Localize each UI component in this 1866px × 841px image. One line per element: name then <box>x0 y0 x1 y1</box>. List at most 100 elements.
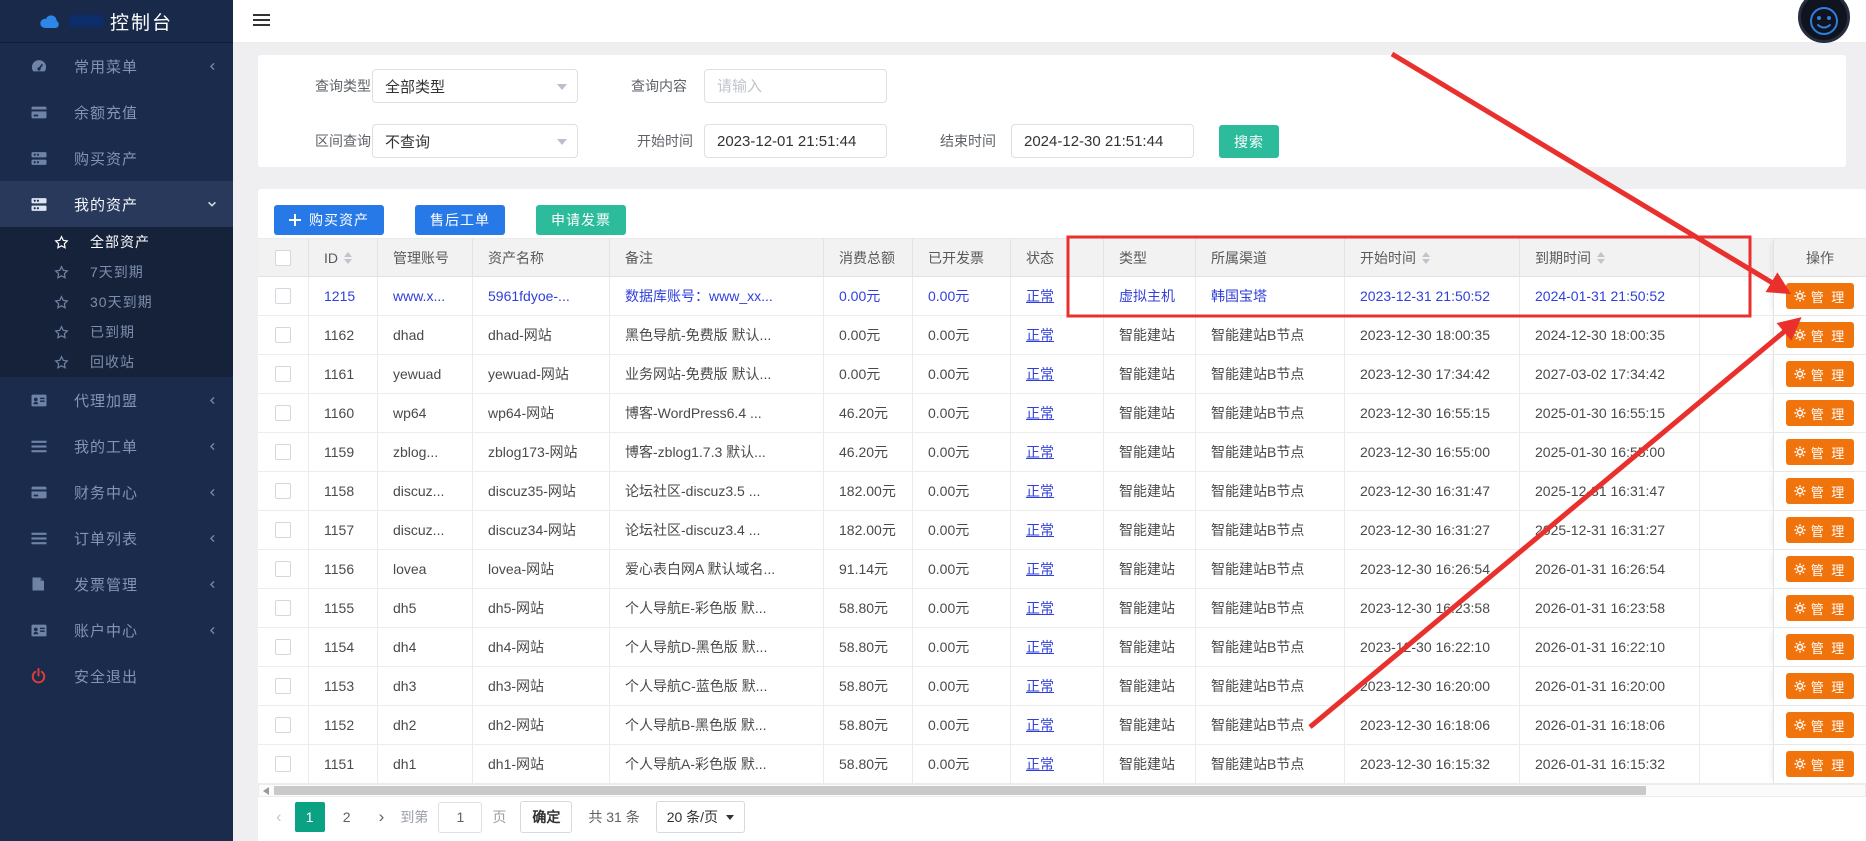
scrollbar-thumb[interactable] <box>274 786 1646 795</box>
manage-button[interactable]: 管 理 <box>1786 400 1855 426</box>
cell-start: 2023-12-30 16:26:54 <box>1345 550 1520 588</box>
buy-asset-button[interactable]: 购买资产 <box>274 205 384 235</box>
cell-account: www.x... <box>378 277 473 315</box>
aftersale-ticket-button[interactable]: 售后工单 <box>415 205 505 235</box>
cell-invoiced: 0.00元 <box>913 628 1011 666</box>
cell-status[interactable]: 正常 <box>1011 628 1104 666</box>
logo[interactable]: 控制台 <box>0 0 233 43</box>
cell-invoiced: 0.00元 <box>913 745 1011 783</box>
row-checkbox[interactable] <box>275 678 291 694</box>
sidebar-item-my-assets[interactable]: 我的资产 <box>0 181 233 227</box>
sidebar-item-all-assets[interactable]: 全部资产 <box>0 227 233 257</box>
sidebar-item-invoice-mgmt[interactable]: 发票管理 <box>0 561 233 607</box>
sort-icon[interactable] <box>344 252 352 264</box>
cell-total: 0.00元 <box>824 355 913 393</box>
query-type-select[interactable]: 全部类型 <box>372 69 578 103</box>
sidebar-item-recharge[interactable]: 余额充值 <box>0 89 233 135</box>
sidebar-item-expire-7d[interactable]: 7天到期 <box>0 257 233 287</box>
sidebar-item-my-tickets[interactable]: 我的工单 <box>0 423 233 469</box>
cell-account: dh4 <box>378 628 473 666</box>
cell-status[interactable]: 正常 <box>1011 511 1104 549</box>
sidebar-item-common-menu[interactable]: 常用菜单 <box>0 43 233 89</box>
cell-name: wp64-网站 <box>473 394 610 432</box>
sidebar-toggle-icon[interactable] <box>253 14 270 29</box>
manage-button[interactable]: 管 理 <box>1786 712 1855 738</box>
cell-status[interactable]: 正常 <box>1011 550 1104 588</box>
goto-page-label: 到第 <box>400 807 428 827</box>
manage-button[interactable]: 管 理 <box>1786 322 1855 348</box>
start-time-input[interactable] <box>704 124 887 158</box>
row-checkbox[interactable] <box>275 639 291 655</box>
cell-status[interactable]: 正常 <box>1011 355 1104 393</box>
row-checkbox[interactable] <box>275 366 291 382</box>
column-header-end[interactable]: 到期时间 <box>1520 239 1700 276</box>
goto-confirm-button[interactable]: 确定 <box>520 801 572 833</box>
sidebar-item-finance[interactable]: 财务中心 <box>0 469 233 515</box>
cell-status[interactable]: 正常 <box>1011 316 1104 354</box>
page-size-select[interactable]: 20 条/页 <box>656 801 745 833</box>
horizontal-scrollbar[interactable] <box>258 784 1866 797</box>
scroll-left-icon[interactable] <box>263 787 269 795</box>
manage-button[interactable]: 管 理 <box>1786 517 1855 543</box>
manage-button[interactable]: 管 理 <box>1786 361 1855 387</box>
table-row: 1160wp64wp64-网站博客-WordPress6.4 ...46.20元… <box>258 394 1866 433</box>
sort-icon[interactable] <box>1422 252 1430 264</box>
sidebar-item-logout[interactable]: 安全退出 <box>0 653 233 699</box>
sidebar-item-expire-30d[interactable]: 30天到期 <box>0 287 233 317</box>
cell-status[interactable]: 正常 <box>1011 589 1104 627</box>
row-checkbox[interactable] <box>275 483 291 499</box>
query-content-input[interactable] <box>704 69 887 103</box>
sidebar-item-account[interactable]: 账户中心 <box>0 607 233 653</box>
manage-button[interactable]: 管 理 <box>1786 478 1855 504</box>
gear-icon <box>1794 719 1806 731</box>
pagination-page-1[interactable]: 1 <box>295 802 325 832</box>
cell-status[interactable]: 正常 <box>1011 433 1104 471</box>
sort-icon[interactable] <box>1597 252 1605 264</box>
select-all-checkbox[interactable] <box>275 250 291 266</box>
pagination-prev[interactable]: ‹ <box>276 807 282 827</box>
manage-button[interactable]: 管 理 <box>1786 673 1855 699</box>
cell-status[interactable]: 正常 <box>1011 277 1104 315</box>
manage-button[interactable]: 管 理 <box>1786 595 1855 621</box>
manage-button[interactable]: 管 理 <box>1786 751 1855 777</box>
row-checkbox[interactable] <box>275 717 291 733</box>
manage-button[interactable]: 管 理 <box>1786 439 1855 465</box>
sidebar-item-agent-join[interactable]: 代理加盟 <box>0 377 233 423</box>
cell-status[interactable]: 正常 <box>1011 472 1104 510</box>
sidebar-item-expired[interactable]: 已到期 <box>0 317 233 347</box>
cell-status[interactable]: 正常 <box>1011 706 1104 744</box>
sidebar-item-recycle-bin[interactable]: 回收站 <box>0 347 233 377</box>
pagination-next[interactable]: › <box>379 807 385 827</box>
goto-page-input[interactable] <box>438 802 482 833</box>
pagination-page-2[interactable]: 2 <box>332 802 362 832</box>
row-checkbox[interactable] <box>275 444 291 460</box>
row-checkbox[interactable] <box>275 405 291 421</box>
sidebar-item-order-list[interactable]: 订单列表 <box>0 515 233 561</box>
range-query-select[interactable]: 不查询 <box>372 124 578 158</box>
row-checkbox[interactable] <box>275 756 291 772</box>
row-checkbox[interactable] <box>275 522 291 538</box>
gear-icon <box>1794 485 1806 497</box>
row-checkbox[interactable] <box>275 327 291 343</box>
search-button[interactable]: 搜索 <box>1219 125 1279 158</box>
row-checkbox[interactable] <box>275 288 291 304</box>
cell-type: 虚拟主机 <box>1104 277 1196 315</box>
end-time-input[interactable] <box>1011 124 1194 158</box>
sidebar-item-buy-assets[interactable]: 购买资产 <box>0 135 233 181</box>
page-unit-label: 页 <box>492 807 506 827</box>
cell-status[interactable]: 正常 <box>1011 667 1104 705</box>
row-checkbox[interactable] <box>275 600 291 616</box>
manage-button[interactable]: 管 理 <box>1786 283 1855 309</box>
row-select-cell <box>258 277 309 315</box>
manage-button[interactable]: 管 理 <box>1786 556 1855 582</box>
column-header-id[interactable]: ID <box>309 239 378 276</box>
cell-status[interactable]: 正常 <box>1011 394 1104 432</box>
column-header-start[interactable]: 开始时间 <box>1345 239 1520 276</box>
avatar[interactable] <box>1798 0 1850 43</box>
row-checkbox[interactable] <box>275 561 291 577</box>
cell-account: dh2 <box>378 706 473 744</box>
request-invoice-button[interactable]: 申请发票 <box>536 205 626 235</box>
manage-button[interactable]: 管 理 <box>1786 634 1855 660</box>
cell-status[interactable]: 正常 <box>1011 745 1104 783</box>
cell-invoiced: 0.00元 <box>913 472 1011 510</box>
